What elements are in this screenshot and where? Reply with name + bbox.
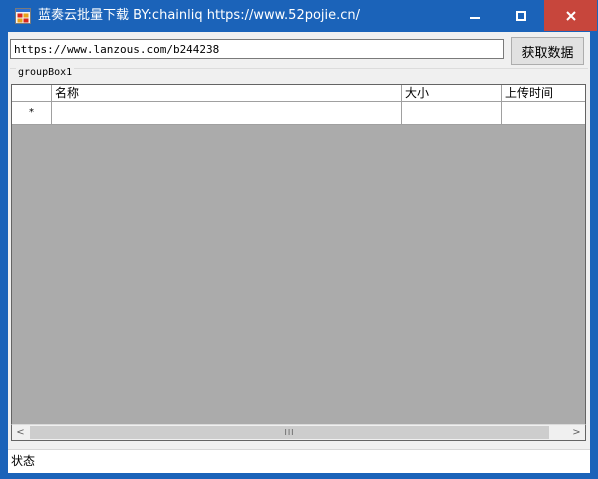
chevron-left-icon: < [16, 427, 25, 438]
new-row-upload-time-cell[interactable] [502, 102, 585, 124]
app-icon[interactable] [15, 8, 31, 24]
column-header-size[interactable]: 大小 [402, 85, 502, 101]
new-row-name-cell[interactable] [52, 102, 402, 124]
title-bar[interactable]: 蓝奏云批量下载 BY:chainliq https://www.52pojie.… [0, 0, 598, 32]
column-header-upload-time[interactable]: 上传时间 [502, 85, 585, 101]
minimize-icon [470, 6, 480, 25]
grip-icon: III [284, 428, 295, 437]
column-header-name[interactable]: 名称 [52, 85, 402, 101]
window-title: 蓝奏云批量下载 BY:chainliq https://www.52pojie.… [38, 8, 361, 23]
header-corner[interactable] [12, 85, 52, 101]
close-icon [565, 6, 576, 25]
grid-header: 名称 大小 上传时间 [12, 85, 585, 102]
scroll-thumb[interactable]: III [30, 426, 549, 439]
new-row[interactable]: * [12, 102, 585, 125]
data-grid[interactable]: 名称 大小 上传时间 * [11, 84, 586, 441]
scroll-left-button[interactable]: < [12, 425, 29, 440]
main-window: 蓝奏云批量下载 BY:chainliq https://www.52pojie.… [0, 0, 598, 479]
close-button[interactable] [544, 0, 597, 31]
horizontal-scrollbar[interactable]: < III > [11, 424, 586, 441]
maximize-button[interactable] [498, 0, 544, 31]
status-label: 状态 [11, 454, 36, 468]
chevron-right-icon: > [572, 427, 581, 438]
scroll-right-button[interactable]: > [568, 425, 585, 440]
url-input[interactable] [10, 39, 504, 59]
new-row-size-cell[interactable] [402, 102, 502, 124]
new-row-marker[interactable]: * [12, 102, 52, 124]
maximize-icon [516, 6, 526, 25]
client-area: 获取数据 groupBox1 名称 大小 上传时间 * < III [8, 32, 590, 473]
fetch-data-button[interactable]: 获取数据 [511, 37, 584, 65]
minimize-button[interactable] [452, 0, 498, 31]
status-bar: 状态 [8, 449, 590, 473]
group-box-label: groupBox1 [16, 67, 75, 79]
